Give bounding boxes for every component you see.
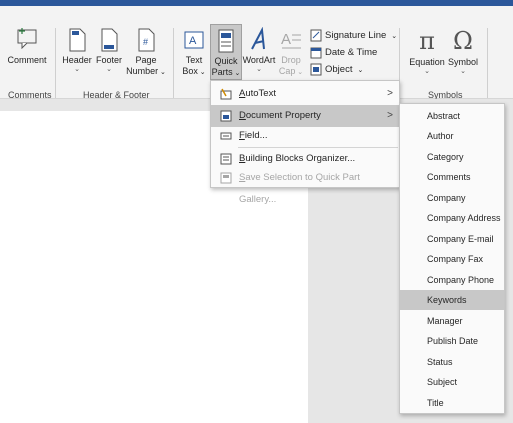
svg-text:#: # (143, 37, 148, 47)
footer-icon (101, 28, 118, 52)
chevron-down-icon: ⌄ (232, 70, 241, 77)
menu-item-label: uilding Blocks Organizer... (245, 153, 356, 164)
symbol-button[interactable]: Ω Symbol ⌄ (446, 27, 480, 76)
menu-item-label: utoText (245, 88, 276, 99)
footer-button[interactable]: Footer ⌄ (94, 27, 124, 74)
submenu-item-subject[interactable]: Subject (400, 372, 504, 392)
chevron-down-icon: ⌄ (256, 66, 262, 73)
object-button[interactable]: Object ⌄ (310, 62, 363, 78)
menu-item-label: ocument Property (245, 110, 321, 121)
svg-text:A: A (189, 35, 197, 47)
chevron-down-icon: ⌄ (197, 69, 206, 76)
quick-parts-menu: AutoText > Document Property > Field... … (210, 80, 400, 205)
text-label: Text (185, 55, 203, 65)
cap-label: Cap (278, 66, 296, 76)
submenu-item-company-email[interactable]: Company E-mail (400, 229, 504, 249)
date-time-button[interactable]: Date & Time (310, 45, 377, 61)
submenu-item-abstract[interactable]: Abstract (400, 106, 504, 126)
chevron-down-icon: ⌄ (295, 69, 304, 76)
chevron-down-icon: ⌄ (424, 68, 430, 75)
page-number-icon: # (138, 28, 155, 52)
equation-icon: π (419, 27, 435, 55)
save-selection-icon (220, 172, 232, 184)
submenu-item-status[interactable]: Status (400, 352, 504, 372)
chevron-down-icon: ⌄ (158, 69, 166, 76)
date-time-icon (310, 47, 322, 59)
drop-label: Drop (281, 55, 301, 65)
submenu-item-company-fax[interactable]: Company Fax (400, 249, 504, 269)
chevron-down-icon: ⌄ (106, 66, 112, 73)
autotext-icon (220, 88, 232, 100)
submenu-item-company-address[interactable]: Company Address (400, 208, 504, 228)
equation-label: Equation (409, 57, 445, 67)
number-label: Number (126, 66, 159, 76)
header-button[interactable]: Header ⌄ (60, 27, 94, 74)
drop-cap-button[interactable]: A Drop Cap ⌄ (276, 27, 306, 78)
menu-item-document-property[interactable]: Document Property > (211, 105, 399, 127)
menu-item-save-selection[interactable]: Save Selection to Quick Part Gallery... (211, 167, 399, 205)
signature-line-icon (310, 29, 322, 42)
quick-label: Quick (214, 56, 238, 66)
submenu-item-author[interactable]: Author (400, 126, 504, 146)
parts-label: Parts (211, 67, 233, 77)
comment-icon (17, 28, 37, 49)
submenu-item-category[interactable]: Category (400, 147, 504, 167)
textbox-icon: A (184, 31, 204, 49)
svg-text:A: A (281, 31, 291, 48)
equation-button[interactable]: π Equation ⌄ (406, 27, 448, 76)
wordart-label: WordArt (242, 55, 276, 65)
chevron-right-icon: > (387, 110, 393, 121)
wordart-icon (251, 27, 265, 50)
page-label: Page (135, 55, 157, 65)
quick-parts-icon (218, 29, 234, 53)
page-number-button[interactable]: # Page Number ⌄ (124, 27, 168, 78)
submenu-item-manager[interactable]: Manager (400, 311, 504, 331)
menu-item-autotext[interactable]: AutoText > (211, 83, 399, 105)
submenu-item-title[interactable]: Title (400, 393, 504, 413)
date-time-label: Date & Time (325, 47, 378, 58)
document-property-submenu: Abstract Author Category Comments Compan… (399, 103, 505, 414)
submenu-item-company[interactable]: Company (400, 188, 504, 208)
comment-label: Comment (7, 55, 47, 65)
chevron-down-icon: ⌄ (357, 67, 364, 74)
submenu-item-comments[interactable]: Comments (400, 167, 504, 187)
menu-item-label: ield... (244, 130, 268, 141)
text-box-button[interactable]: A Text Box ⌄ (178, 27, 210, 78)
chevron-down-icon: ⌄ (74, 66, 80, 73)
box-label: Box (182, 66, 198, 76)
submenu-item-keywords[interactable]: Keywords (400, 290, 504, 310)
object-icon (310, 63, 322, 76)
symbol-label: Symbol (447, 57, 478, 67)
symbol-icon: Ω (453, 27, 473, 55)
footer-label: Footer (95, 55, 122, 65)
wordart-button[interactable]: WordArt ⌄ (242, 27, 276, 74)
chevron-right-icon: > (387, 88, 393, 99)
header-icon (69, 28, 86, 52)
separator (173, 28, 174, 98)
comment-button[interactable]: Comment (4, 27, 50, 66)
menu-accel: D (239, 110, 246, 121)
object-label: Object (325, 64, 353, 75)
submenu-item-company-phone[interactable]: Company Phone (400, 270, 504, 290)
separator (487, 28, 488, 98)
chevron-down-icon: ⌄ (391, 33, 398, 40)
header-label: Header (62, 55, 92, 65)
quick-parts-button[interactable]: Quick Parts ⌄ (210, 24, 242, 80)
submenu-item-publish-date[interactable]: Publish Date (400, 331, 504, 351)
building-blocks-icon (220, 153, 232, 165)
field-icon (220, 132, 232, 140)
menu-item-field[interactable]: Field... (211, 125, 399, 147)
signature-line-label: Signature Line (325, 30, 387, 41)
document-property-icon (220, 110, 232, 122)
separator (55, 28, 56, 98)
chevron-down-icon: ⌄ (460, 68, 466, 75)
signature-line-button[interactable]: Signature Line ⌄ (310, 28, 397, 44)
drop-cap-icon: A (281, 31, 301, 49)
